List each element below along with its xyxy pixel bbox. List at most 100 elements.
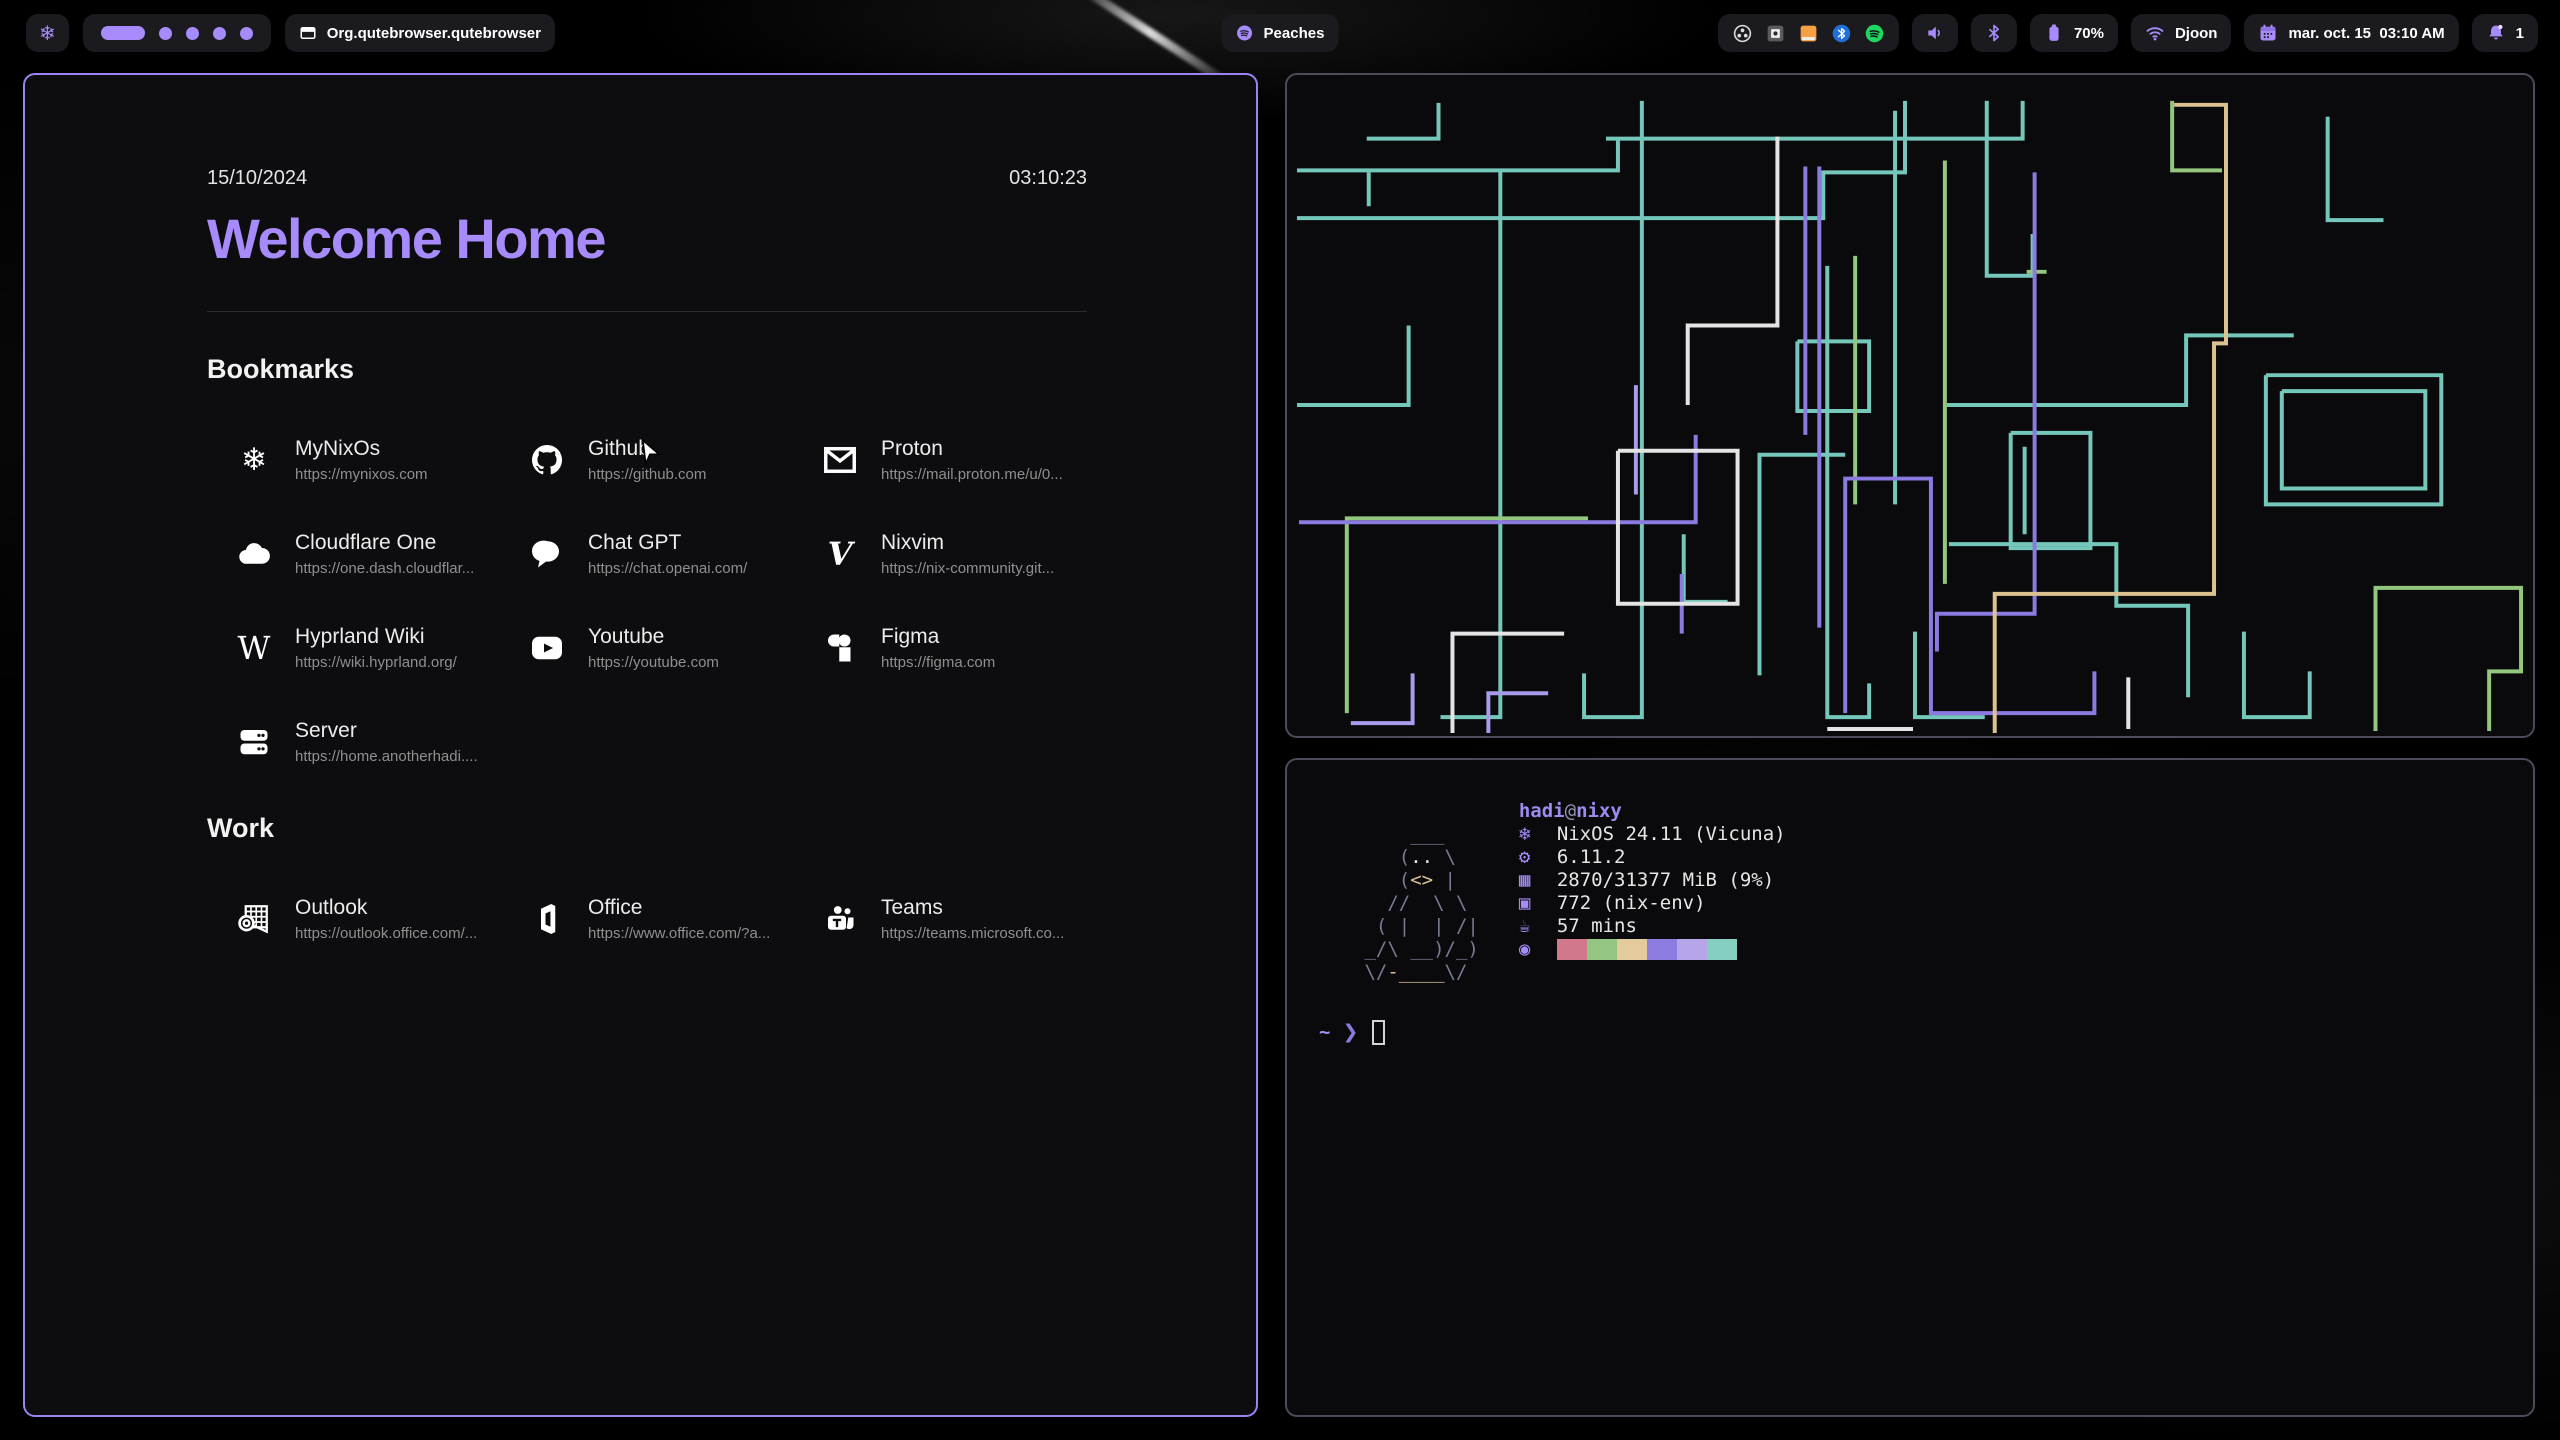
bookmark-item-chat-gpt[interactable]: Chat GPThttps://chat.openai.com/ <box>500 525 793 583</box>
wikipedia-icon: W <box>238 632 271 664</box>
media-track-label: Peaches <box>1264 25 1325 42</box>
bookmark-item-teams[interactable]: Teamshttps://teams.microsoft.co... <box>793 890 1086 948</box>
workspaces-widget[interactable] <box>83 14 271 52</box>
fastfetch-entry-icon: ❄ <box>1519 823 1557 846</box>
tray-icon-keepass[interactable] <box>1765 23 1786 44</box>
bookmark-name: MyNixOs <box>295 436 428 461</box>
qutebrowser-window[interactable]: 15/10/2024 03:10:23 Welcome Home Bookmar… <box>23 73 1258 1417</box>
server-icon <box>236 724 272 760</box>
bookmark-item-youtube[interactable]: Youtubehttps://youtube.com <box>500 619 793 677</box>
workspace-indicator-active[interactable] <box>101 26 145 40</box>
bookmark-item-cloudflare-one[interactable]: Cloudflare Onehttps://one.dash.cloudflar… <box>207 525 500 583</box>
bookmark-url: https://figma.com <box>881 655 995 672</box>
notification-count: 1 <box>2516 25 2524 42</box>
figma-icon <box>822 630 858 666</box>
bookmark-url: https://github.com <box>588 467 706 484</box>
page-title: Welcome Home <box>207 206 1087 271</box>
speaker-icon <box>1925 23 1945 43</box>
active-window-title-widget[interactable]: Org.qutebrowser.qutebrowser <box>285 14 555 52</box>
pipe-segment <box>1987 101 2033 276</box>
fastfetch-entry: ▣772 (nix-env) <box>1519 892 1786 915</box>
tray-icon-downloads[interactable] <box>1798 23 1819 44</box>
wifi-ssid: Djoon <box>2175 25 2218 42</box>
pipe-segment <box>1797 341 1869 411</box>
bookmark-url: https://mail.proton.me/u/0... <box>881 467 1063 484</box>
spotify-icon <box>1236 24 1254 42</box>
volume-widget[interactable] <box>1912 14 1958 52</box>
bell-icon <box>2486 23 2506 43</box>
clock-widget[interactable]: mar. oct. 15 03:10 AM <box>2244 14 2458 52</box>
pipe-segment <box>2172 101 2222 171</box>
media-player-widget[interactable]: Peaches <box>1222 14 1339 52</box>
bookmark-name: Chat GPT <box>588 530 747 555</box>
bookmark-url: https://wiki.hyprland.org/ <box>295 655 457 672</box>
pipe-segment <box>1297 325 1409 405</box>
fastfetch-entry: ⚙6.11.2 <box>1519 846 1786 869</box>
teams-icon <box>822 901 858 937</box>
bookmark-grid: ❄MyNixOshttps://mynixos.comGithubhttps:/… <box>207 431 1087 771</box>
nix-snowflake-icon: ❄ <box>39 23 56 43</box>
section-title: Work <box>207 813 1087 844</box>
palette-swatch <box>1677 939 1707 960</box>
fastfetch-terminal-window[interactable]: ___ (.. \ (<> | // \ \ ( | | /| _/\ __)/… <box>1285 758 2535 1417</box>
workspace-indicator[interactable] <box>240 27 253 40</box>
pipe-segment <box>2282 391 2426 488</box>
office-icon <box>529 901 565 937</box>
pipe-segment <box>1995 105 2226 733</box>
tray-icon-bluetooth[interactable] <box>1831 23 1852 44</box>
tray-icon-spotify[interactable] <box>1864 23 1885 44</box>
wifi-icon <box>2145 23 2165 43</box>
battery-widget[interactable]: 70% <box>2030 14 2118 52</box>
bookmark-name: Server <box>295 718 478 743</box>
pipe-segment <box>1606 101 2023 139</box>
fastfetch-entry-icon: ⚙ <box>1519 846 1557 869</box>
fastfetch-entry-icon: ☕ <box>1519 915 1557 938</box>
nix-menu-button[interactable]: ❄ <box>26 14 69 52</box>
bookmark-url: https://outlook.office.com/... <box>295 926 477 943</box>
bookmark-item-hyprland-wiki[interactable]: W Hyprland Wiki https://wiki.hyprland.org/ <box>207 619 500 677</box>
battery-icon <box>2044 23 2064 43</box>
bookmark-item-outlook[interactable]: Outlookhttps://outlook.office.com/... <box>207 890 500 948</box>
pipe-segment <box>2244 632 2310 717</box>
bluetooth-icon <box>1984 23 2004 43</box>
pipe-segment <box>1297 101 1905 218</box>
tray-icon-obs[interactable] <box>1732 23 1753 44</box>
tux-ascii-art: ___ (.. \ (<> | // \ \ ( | | /| _/\ __)/… <box>1303 823 1479 984</box>
bookmark-url: https://nix-community.git... <box>881 561 1054 578</box>
palette-swatch <box>1707 939 1737 960</box>
notifications-widget[interactable]: 1 <box>2472 14 2538 52</box>
bookmark-item-figma[interactable]: Figmahttps://figma.com <box>793 619 1086 677</box>
palette-swatch <box>1617 939 1647 960</box>
bookmark-name: Nixvim <box>881 530 1054 555</box>
bookmark-item-proton[interactable]: Protonhttps://mail.proton.me/u/0... <box>793 431 1086 489</box>
pipe-segment <box>2266 375 2441 504</box>
bookmark-item-server[interactable]: Serverhttps://home.anotherhadi.... <box>207 713 500 771</box>
fastfetch-palette-row: ◉ <box>1519 938 1786 961</box>
bookmark-item-nixvim[interactable]: VNixvimhttps://nix-community.git... <box>793 525 1086 583</box>
fastfetch-user-host: hadi@nixy <box>1519 800 1786 823</box>
shell-prompt[interactable]: ~ ❯ <box>1303 1020 2509 1045</box>
palette-swatch <box>1557 939 1587 960</box>
pipe-segment <box>2376 588 2522 731</box>
status-bar: ❄ Org.qutebrowser.qutebrowser Peaches <box>0 0 2560 62</box>
system-tray[interactable] <box>1718 14 1899 52</box>
pipes-terminal-window[interactable] <box>1285 73 2535 738</box>
bluetooth-widget[interactable] <box>1971 14 2017 52</box>
bookmark-name: Hyprland Wiki <box>295 624 457 649</box>
workspace-indicator[interactable] <box>186 27 199 40</box>
pipe-segment <box>1584 101 1642 717</box>
envelope-icon <box>822 442 858 478</box>
workspace-indicator[interactable] <box>159 27 172 40</box>
bookmark-url: https://mynixos.com <box>295 467 428 484</box>
chat-bubble-icon <box>529 536 565 572</box>
pipe-segment <box>1915 632 1985 717</box>
palette-swatch <box>1587 939 1617 960</box>
pipe-segment <box>1947 335 2294 405</box>
section-title: Bookmarks <box>207 354 1087 385</box>
bookmark-url: https://one.dash.cloudflar... <box>295 561 474 578</box>
bookmark-name: Youtube <box>588 624 719 649</box>
workspace-indicator[interactable] <box>213 27 226 40</box>
bookmark-item-office[interactable]: Officehttps://www.office.com/?a... <box>500 890 793 948</box>
bookmark-item-mynixos[interactable]: ❄MyNixOshttps://mynixos.com <box>207 431 500 489</box>
network-widget[interactable]: Djoon <box>2131 14 2232 52</box>
